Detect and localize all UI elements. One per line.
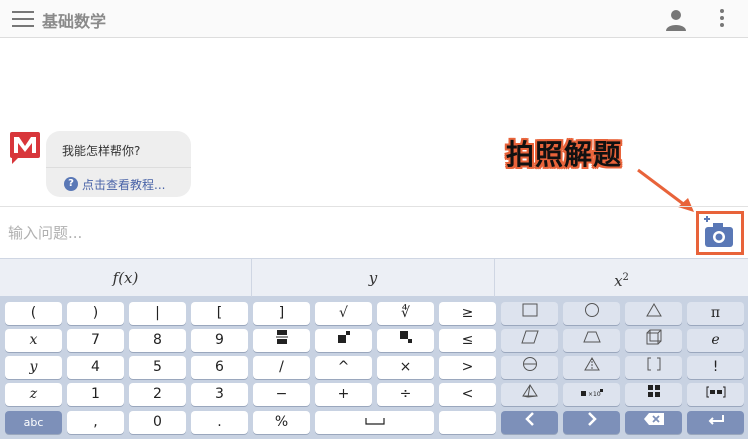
- keyboard-tabs: f(x) y x2: [0, 258, 748, 297]
- enter-icon[interactable]: [687, 411, 744, 434]
- math-keyboard: f(x) y x2 ( ) | [ ] √ ∜ ≥ π x 7 8 9 ≤ e …: [0, 258, 748, 439]
- fraction-icon[interactable]: [253, 329, 310, 352]
- photo-solve-callout: 拍照解题: [506, 138, 623, 171]
- key-x[interactable]: x: [5, 329, 62, 352]
- more-vert-icon[interactable]: [718, 9, 726, 31]
- right-arrow-icon[interactable]: [563, 411, 620, 434]
- key-abc[interactable]: abc: [5, 411, 62, 434]
- matrix-icon[interactable]: [625, 383, 682, 406]
- mixed-number-icon[interactable]: [687, 383, 744, 406]
- key-9[interactable]: 9: [191, 329, 248, 352]
- key-gte[interactable]: ≥: [439, 302, 496, 325]
- key-2[interactable]: 2: [129, 383, 186, 406]
- exponent-icon[interactable]: [315, 329, 372, 352]
- square-icon[interactable]: [501, 302, 558, 325]
- camera-add-icon: [704, 216, 733, 247]
- key-4[interactable]: 4: [67, 356, 124, 379]
- key-7[interactable]: 7: [67, 329, 124, 352]
- camera-button[interactable]: [696, 211, 744, 255]
- key-times[interactable]: ×: [377, 356, 434, 379]
- key-close-bracket[interactable]: ]: [253, 302, 310, 325]
- key-pi[interactable]: π: [687, 302, 744, 325]
- tab-powers[interactable]: x2: [495, 259, 748, 297]
- key-gt[interactable]: >: [439, 356, 496, 379]
- key-minus[interactable]: −: [253, 383, 310, 406]
- key-comma[interactable]: ,: [67, 411, 124, 434]
- x10-icon[interactable]: ×10: [563, 383, 620, 406]
- key-factorial[interactable]: !: [687, 356, 744, 379]
- key-5[interactable]: 5: [129, 356, 186, 379]
- cone-triangle-icon[interactable]: [563, 356, 620, 379]
- account-icon[interactable]: [664, 7, 688, 31]
- key-abs[interactable]: |: [129, 302, 186, 325]
- tutorial-link[interactable]: ? 点击查看教程...: [46, 167, 191, 197]
- space-key[interactable]: [315, 411, 434, 434]
- key-caret[interactable]: ^: [315, 356, 372, 379]
- key-open-paren[interactable]: (: [5, 302, 62, 325]
- key-lte[interactable]: ≤: [439, 329, 496, 352]
- mathway-logo-icon: [10, 132, 40, 164]
- key-sqrt[interactable]: √: [315, 302, 372, 325]
- key-8[interactable]: 8: [129, 329, 186, 352]
- cube-icon[interactable]: [625, 329, 682, 352]
- key-z[interactable]: z: [5, 383, 62, 406]
- key-open-bracket[interactable]: [: [191, 302, 248, 325]
- question-input-row: [0, 206, 748, 258]
- svg-text:×10: ×10: [588, 391, 601, 398]
- key-close-paren[interactable]: ): [67, 302, 124, 325]
- trapezoid-icon[interactable]: [563, 329, 620, 352]
- key-nth-root[interactable]: ∜: [377, 302, 434, 325]
- question-input[interactable]: [8, 219, 648, 247]
- key-6[interactable]: 6: [191, 356, 248, 379]
- left-arrow-icon[interactable]: [501, 411, 558, 434]
- triangle-icon[interactable]: [625, 302, 682, 325]
- key-y[interactable]: y: [5, 356, 62, 379]
- key-e[interactable]: e: [687, 329, 744, 352]
- key-percent[interactable]: %: [253, 411, 310, 434]
- backspace-icon[interactable]: [625, 411, 682, 434]
- subscript-icon[interactable]: [377, 329, 434, 352]
- key-dot[interactable]: .: [191, 411, 248, 434]
- key-1[interactable]: 1: [67, 383, 124, 406]
- circle-chord-icon[interactable]: [501, 356, 558, 379]
- key-blank[interactable]: [439, 411, 496, 434]
- assistant-message-bubble: 我能怎样帮你? ? 点击查看教程...: [46, 131, 191, 197]
- tab-variables[interactable]: y: [252, 259, 495, 297]
- key-slash[interactable]: /: [253, 356, 310, 379]
- pyramid-icon[interactable]: [501, 383, 558, 406]
- key-3[interactable]: 3: [191, 383, 248, 406]
- tab-functions[interactable]: f(x): [0, 259, 252, 297]
- parallelogram-icon[interactable]: [501, 329, 558, 352]
- key-lt[interactable]: <: [439, 383, 496, 406]
- hamburger-menu-icon[interactable]: [12, 11, 34, 27]
- page-title: 基础数学: [42, 12, 107, 31]
- help-icon: ?: [64, 177, 78, 191]
- key-plus[interactable]: +: [315, 383, 372, 406]
- circle-icon[interactable]: [563, 302, 620, 325]
- key-divide[interactable]: ÷: [377, 383, 434, 406]
- app-header: 基础数学: [0, 0, 748, 38]
- key-0[interactable]: 0: [129, 411, 186, 434]
- tutorial-link-label: 点击查看教程...: [82, 178, 166, 192]
- assistant-message: 我能怎样帮你?: [62, 144, 141, 158]
- bracket-box-icon[interactable]: [625, 356, 682, 379]
